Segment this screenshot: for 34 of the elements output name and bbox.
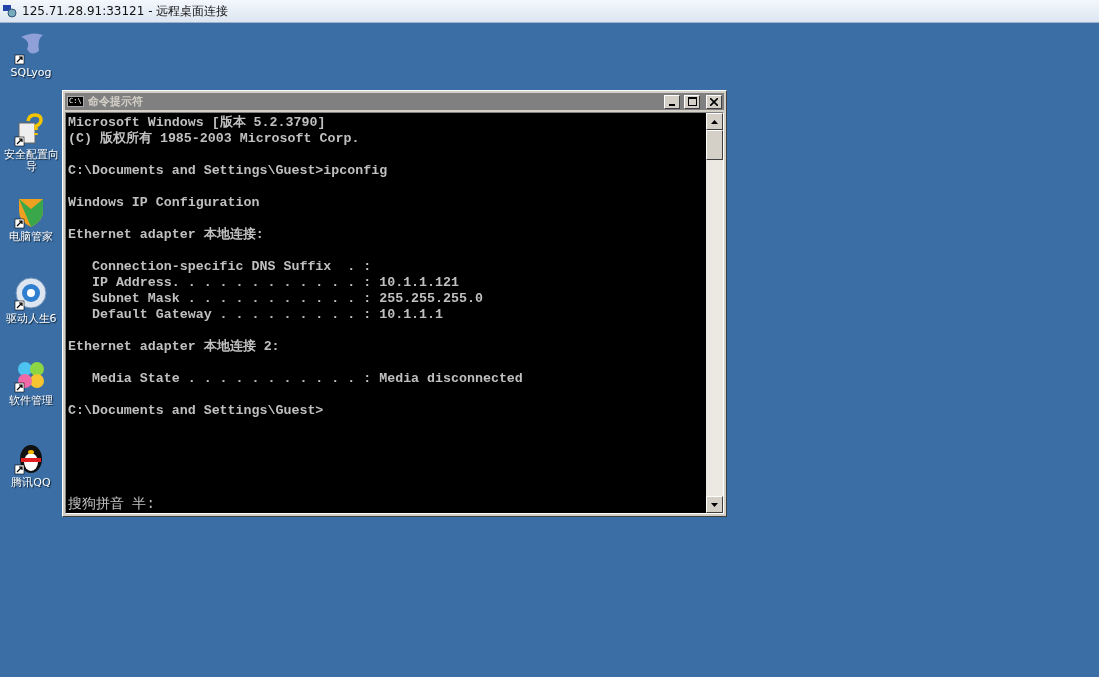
- minimize-icon: [669, 103, 675, 106]
- close-button[interactable]: [706, 94, 722, 109]
- ime-status: 搜狗拼音 半:: [68, 495, 155, 513]
- scrollbar[interactable]: [706, 113, 723, 513]
- console-line: (C) 版权所有 1985-2003 Microsoft Corp.: [68, 131, 361, 147]
- window-title: 125.71.28.91:33121 - 远程桌面连接: [22, 2, 229, 20]
- desktop-icon-label[interactable]: 腾讯QQ: [0, 477, 62, 489]
- remote-desktop-icon: [3, 4, 17, 18]
- console-line: Subnet Mask . . . . . . . . . . . : 255.255.255.0: [90, 291, 484, 307]
- console-line: Media State . . . . . . . . . . . : Media disconnected: [90, 371, 524, 387]
- scroll-down-button[interactable]: [706, 496, 723, 513]
- maximize-icon: [687, 97, 697, 106]
- desktop-icon-label[interactable]: 安全配置向导: [0, 149, 62, 173]
- console-line: IP Address. . . . . . . . . . . . : 10.1.1.121: [90, 275, 460, 291]
- desktop-icon-label[interactable]: 电脑管家: [0, 231, 62, 243]
- desktop-icon-label[interactable]: 驱动人生6: [0, 313, 62, 325]
- maximize-button[interactable]: [684, 94, 700, 109]
- scroll-thumb[interactable]: [706, 130, 723, 160]
- minimize-button[interactable]: [664, 94, 680, 109]
- up-arrow-icon: [711, 119, 718, 124]
- desktop-icon-label[interactable]: 软件管理: [0, 395, 62, 407]
- down-arrow-icon: [711, 502, 718, 507]
- console-line: Default Gateway . . . . . . . . . : 10.1.1.1: [90, 307, 445, 323]
- console-line: C:\Documents and Settings\Guest>ipconfig: [68, 163, 389, 179]
- console-line: Connection-specific DNS Suffix . :: [90, 259, 373, 275]
- close-icon: [710, 97, 718, 106]
- console-title: 命令提示符: [87, 94, 144, 109]
- console-line: Ethernet adapter 本地连接:: [68, 227, 265, 243]
- console-line: Ethernet adapter 本地连接 2:: [68, 339, 281, 355]
- scroll-up-button[interactable]: [706, 113, 723, 130]
- console-line: Windows IP Configuration: [68, 195, 261, 211]
- console-line: Microsoft Windows [版本 5.2.3790]: [68, 115, 327, 131]
- desktop-icon-label[interactable]: SQLyog: [0, 67, 62, 79]
- console-line: C:\Documents and Settings\Guest>: [68, 403, 325, 419]
